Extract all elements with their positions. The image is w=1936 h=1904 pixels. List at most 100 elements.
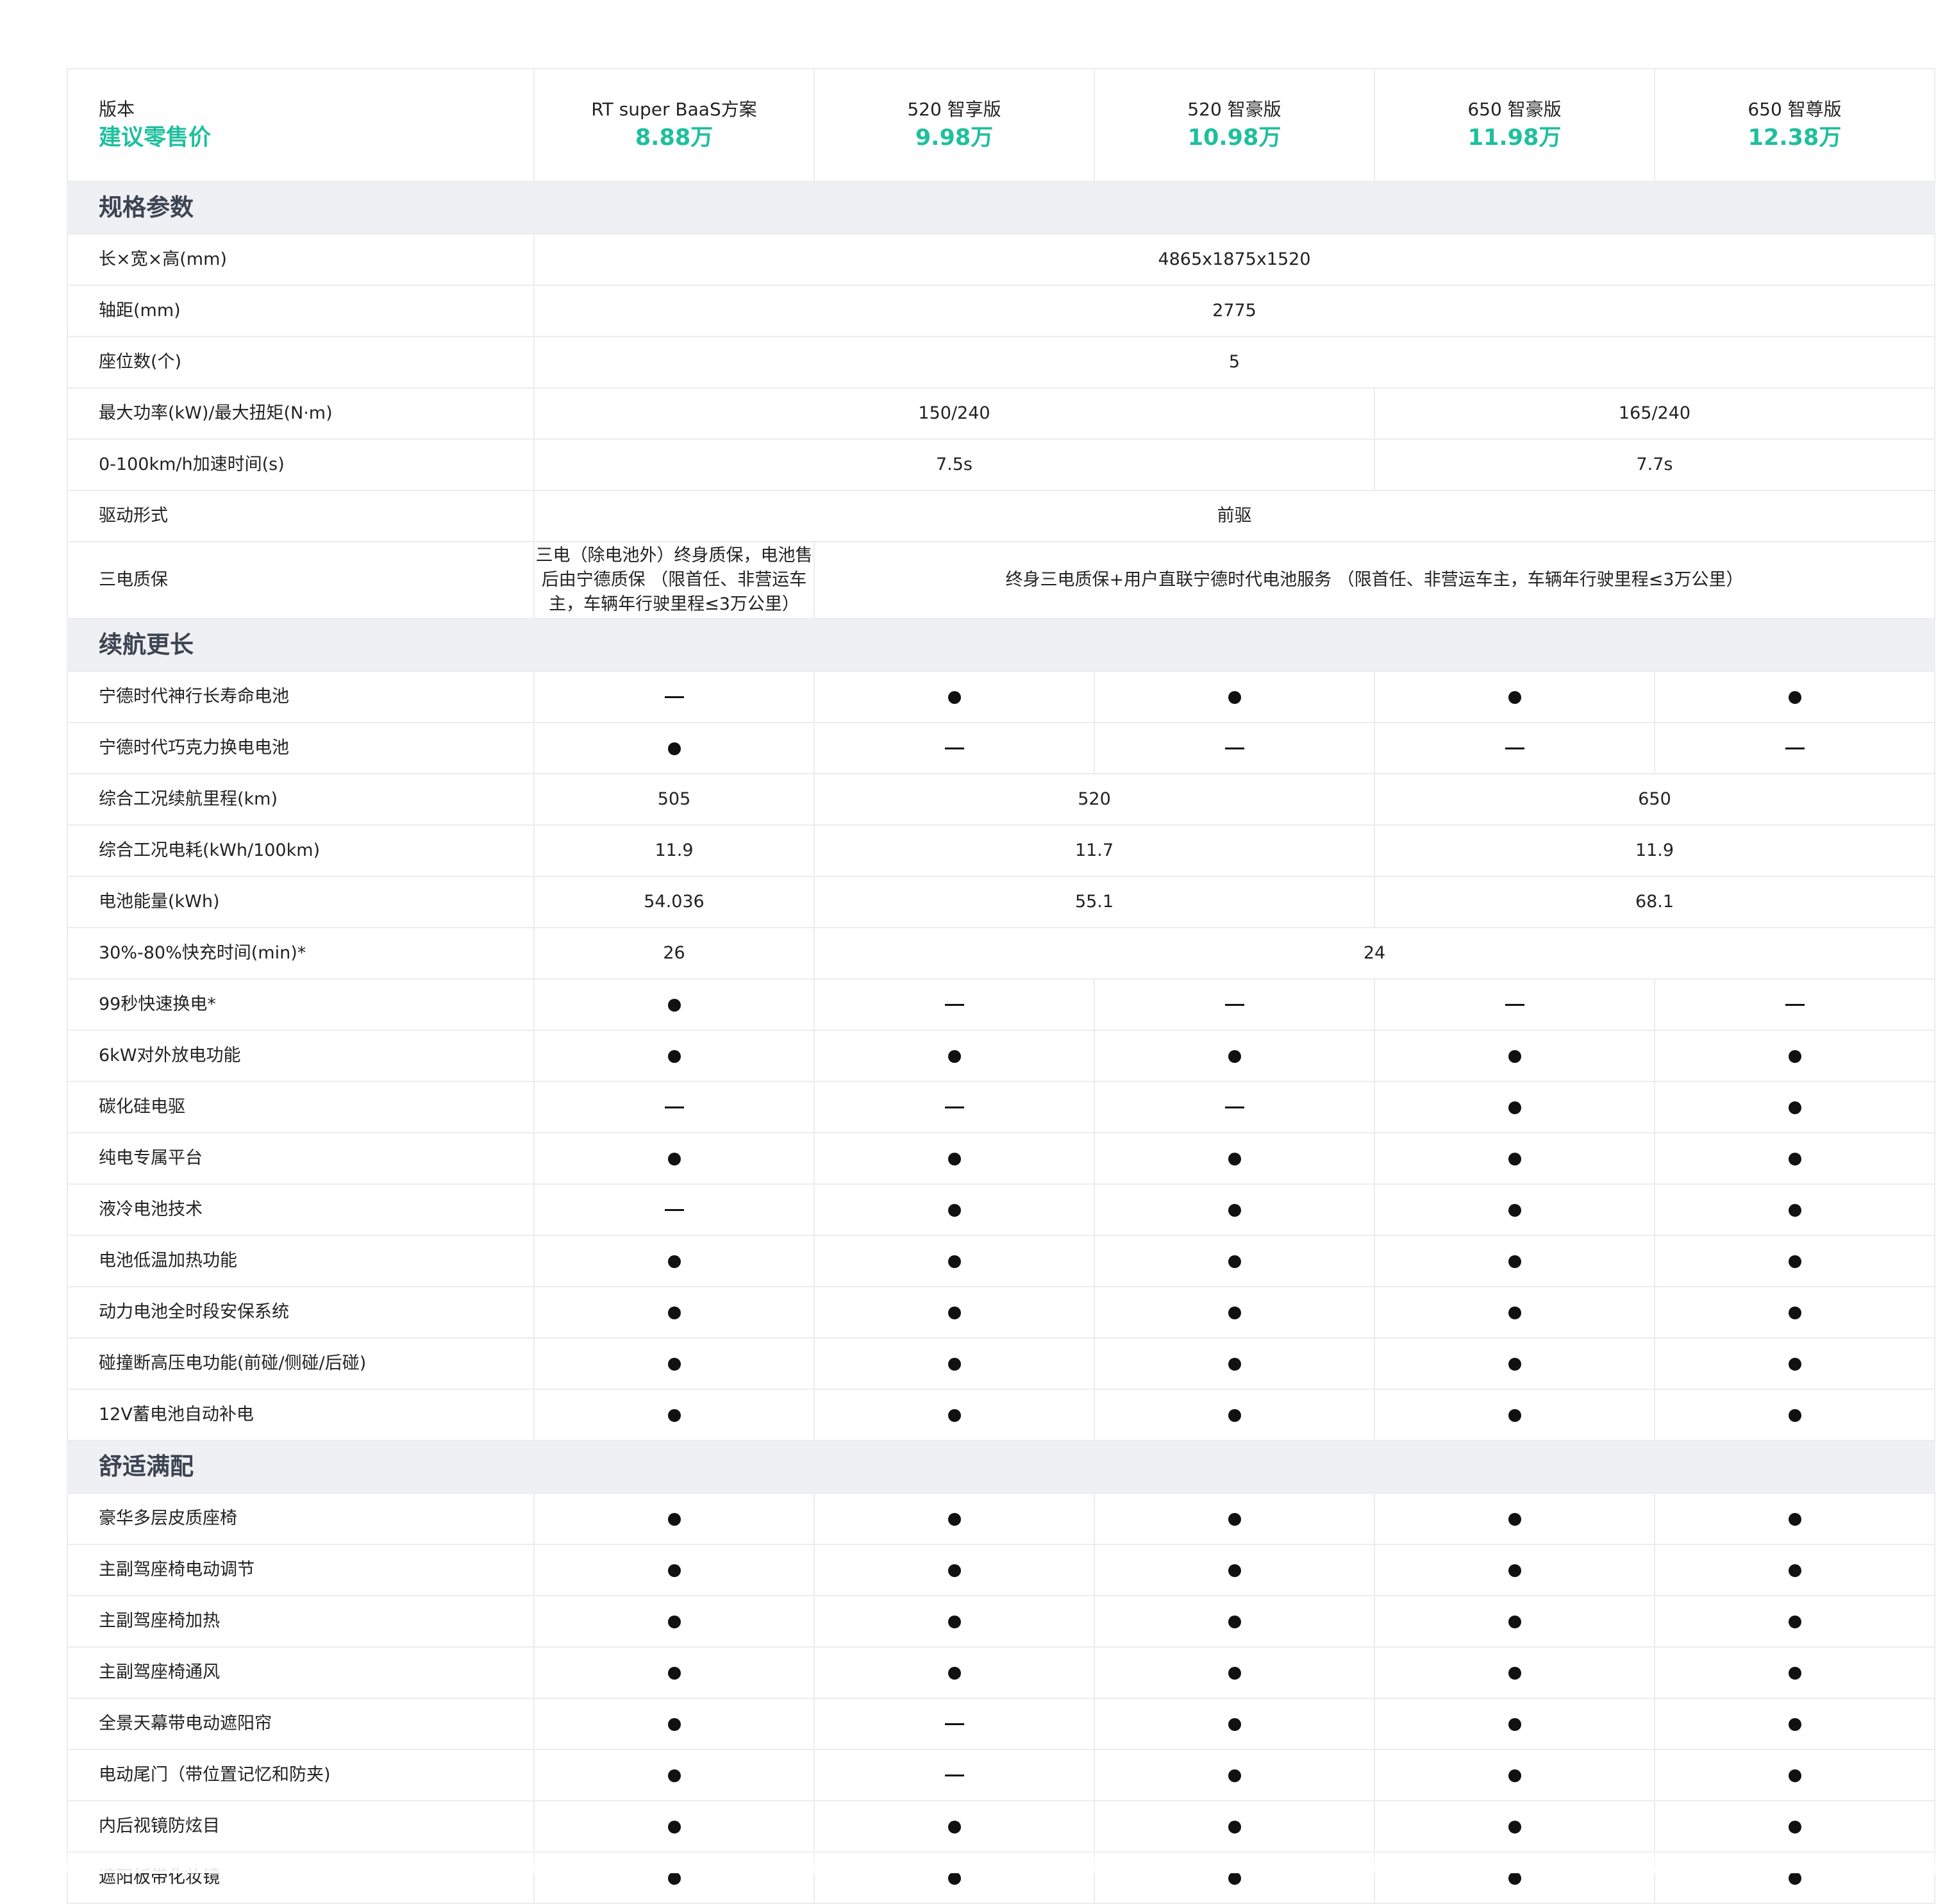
filled-circle-icon bbox=[667, 1871, 681, 1885]
spec-value-cell bbox=[1094, 1646, 1375, 1699]
spec-value-cell bbox=[1654, 1595, 1935, 1648]
spec-value-cell bbox=[814, 1492, 1095, 1545]
spec-value-cell bbox=[533, 1698, 815, 1750]
filled-circle-icon bbox=[1508, 1408, 1521, 1422]
spec-value-cell: 终身三电质保+用户直联宁德时代电池服务 （限首任、非营运车主，车辆年行驶里程≤3… bbox=[814, 541, 1935, 619]
version-header-row: 版本 建议零售价 RT super BaaS方案 8.88万 520 智享版 9… bbox=[67, 68, 1935, 182]
spec-value-cell bbox=[1094, 1132, 1375, 1185]
filled-circle-icon bbox=[1228, 1717, 1241, 1731]
header-label-cell: 版本 建议零售价 bbox=[67, 68, 535, 182]
spec-value-cell bbox=[1374, 1595, 1655, 1648]
filled-circle-icon bbox=[947, 1871, 961, 1885]
spec-value-cell bbox=[1374, 1492, 1655, 1545]
filled-circle-icon bbox=[1508, 1769, 1521, 1782]
section-header-row: 舒适满配 bbox=[67, 1440, 1935, 1494]
version-column-header: 650 智豪版 11.98万 bbox=[1374, 68, 1655, 182]
filled-circle-icon bbox=[1228, 1357, 1241, 1371]
spec-row: 座位数(个) 5 bbox=[67, 336, 1935, 388]
spec-value-cell bbox=[1654, 1492, 1935, 1545]
spec-label: 主副驾座椅通风 bbox=[67, 1646, 535, 1699]
version-label: 版本 bbox=[99, 99, 135, 120]
filled-circle-icon bbox=[667, 1564, 681, 1577]
filled-circle-icon bbox=[1788, 1512, 1801, 1526]
dash-icon bbox=[664, 1106, 684, 1108]
spec-value-cell bbox=[1654, 1337, 1935, 1390]
filled-circle-icon bbox=[947, 1666, 961, 1680]
filled-circle-icon bbox=[1508, 1871, 1521, 1885]
spec-value-cell bbox=[1094, 1749, 1375, 1801]
version-name: 520 智豪版 bbox=[1187, 99, 1281, 120]
spec-value-cell bbox=[1094, 1800, 1375, 1853]
filled-circle-icon bbox=[1228, 1152, 1241, 1165]
filled-circle-icon bbox=[1508, 1512, 1521, 1526]
spec-value-cell bbox=[814, 722, 1095, 774]
spec-label: 6kW对外放电功能 bbox=[67, 1030, 535, 1082]
spec-value-cell: 11.9 bbox=[1374, 824, 1935, 877]
spec-value-cell bbox=[1094, 1081, 1375, 1133]
spec-label: 座位数(个) bbox=[67, 336, 535, 388]
spec-table: 版本 建议零售价 RT super BaaS方案 8.88万 520 智享版 9… bbox=[67, 68, 1935, 1904]
spec-value-cell: 前驱 bbox=[533, 490, 1935, 542]
spec-value-cell bbox=[1654, 1081, 1935, 1133]
spec-value-cell bbox=[1374, 1389, 1655, 1441]
spec-value-cell bbox=[1094, 1030, 1375, 1082]
spec-row: 电池能量(kWh) 54.036 55.1 68.1 bbox=[67, 876, 1935, 928]
spec-row: 全景天幕带电动遮阳帘 bbox=[67, 1698, 1935, 1750]
spec-value-cell: 54.036 bbox=[533, 876, 815, 928]
version-price: 8.88万 bbox=[635, 125, 713, 151]
spec-value-cell bbox=[814, 978, 1095, 1031]
filled-circle-icon bbox=[667, 742, 681, 755]
filled-circle-icon bbox=[947, 1152, 961, 1165]
spec-value-cell bbox=[533, 1492, 815, 1545]
version-price: 11.98万 bbox=[1467, 125, 1562, 151]
spec-label: 内后视镜防炫目 bbox=[67, 1800, 535, 1853]
filled-circle-icon bbox=[947, 1564, 961, 1577]
dash-icon bbox=[944, 1106, 964, 1108]
spec-value-cell bbox=[533, 1235, 815, 1287]
spec-value-cell bbox=[1374, 1749, 1655, 1801]
spec-label: 豪华多层皮质座椅 bbox=[67, 1492, 535, 1545]
version-column-header: 520 智享版 9.98万 bbox=[814, 68, 1095, 182]
spec-label: 综合工况续航里程(km) bbox=[67, 773, 535, 826]
spec-value-cell bbox=[814, 1646, 1095, 1699]
spec-row: 轴距(mm) 2775 bbox=[67, 285, 1935, 337]
version-column-header: 650 智尊版 12.38万 bbox=[1654, 68, 1935, 182]
filled-circle-icon bbox=[667, 1357, 681, 1371]
spec-value-cell bbox=[1654, 1235, 1935, 1287]
filled-circle-icon bbox=[1228, 1203, 1241, 1217]
spec-value-cell bbox=[1374, 722, 1655, 774]
filled-circle-icon bbox=[947, 1512, 961, 1526]
spec-value-cell bbox=[533, 1646, 815, 1699]
spec-value-cell bbox=[814, 1749, 1095, 1801]
filled-circle-icon bbox=[1788, 1203, 1801, 1217]
spec-value-cell bbox=[814, 1132, 1095, 1185]
spec-value-cell bbox=[533, 1544, 815, 1596]
dash-icon bbox=[944, 747, 964, 749]
spec-label: 宁德时代神行长寿命电池 bbox=[67, 671, 535, 723]
filled-circle-icon bbox=[1508, 1717, 1521, 1731]
filled-circle-icon bbox=[1508, 1306, 1521, 1319]
spec-row: 宁德时代巧克力换电电池 bbox=[67, 722, 1935, 774]
filled-circle-icon bbox=[1788, 1408, 1801, 1422]
version-name: 650 智豪版 bbox=[1467, 99, 1562, 120]
spec-value-cell bbox=[814, 671, 1095, 723]
filled-circle-icon bbox=[947, 1203, 961, 1217]
spec-row: 电动尾门（带位置记忆和防夹) bbox=[67, 1749, 1935, 1801]
spec-row: 碰撞断高压电功能(前碰/侧碰/后碰) bbox=[67, 1337, 1935, 1390]
filled-circle-icon bbox=[947, 1820, 961, 1833]
dash-icon bbox=[1785, 1004, 1805, 1006]
spec-row: 综合工况电耗(kWh/100km) 11.9 11.7 11.9 bbox=[67, 824, 1935, 877]
filled-circle-icon bbox=[1508, 1152, 1521, 1165]
spec-value-cell bbox=[1374, 1544, 1655, 1596]
spec-value-cell: 505 bbox=[533, 773, 815, 826]
spec-value-cell bbox=[1094, 722, 1375, 774]
filled-circle-icon bbox=[1508, 1101, 1521, 1114]
spec-value-cell bbox=[1374, 1235, 1655, 1287]
section-title: 规格参数 bbox=[67, 181, 1935, 235]
spec-value-cell bbox=[1094, 1286, 1375, 1339]
version-name: 520 智享版 bbox=[907, 99, 1001, 120]
spec-value-cell bbox=[533, 1132, 815, 1185]
dash-icon bbox=[1505, 1004, 1524, 1006]
spec-row: 12V蓄电池自动补电 bbox=[67, 1389, 1935, 1441]
spec-label: 主副驾座椅加热 bbox=[67, 1595, 535, 1648]
